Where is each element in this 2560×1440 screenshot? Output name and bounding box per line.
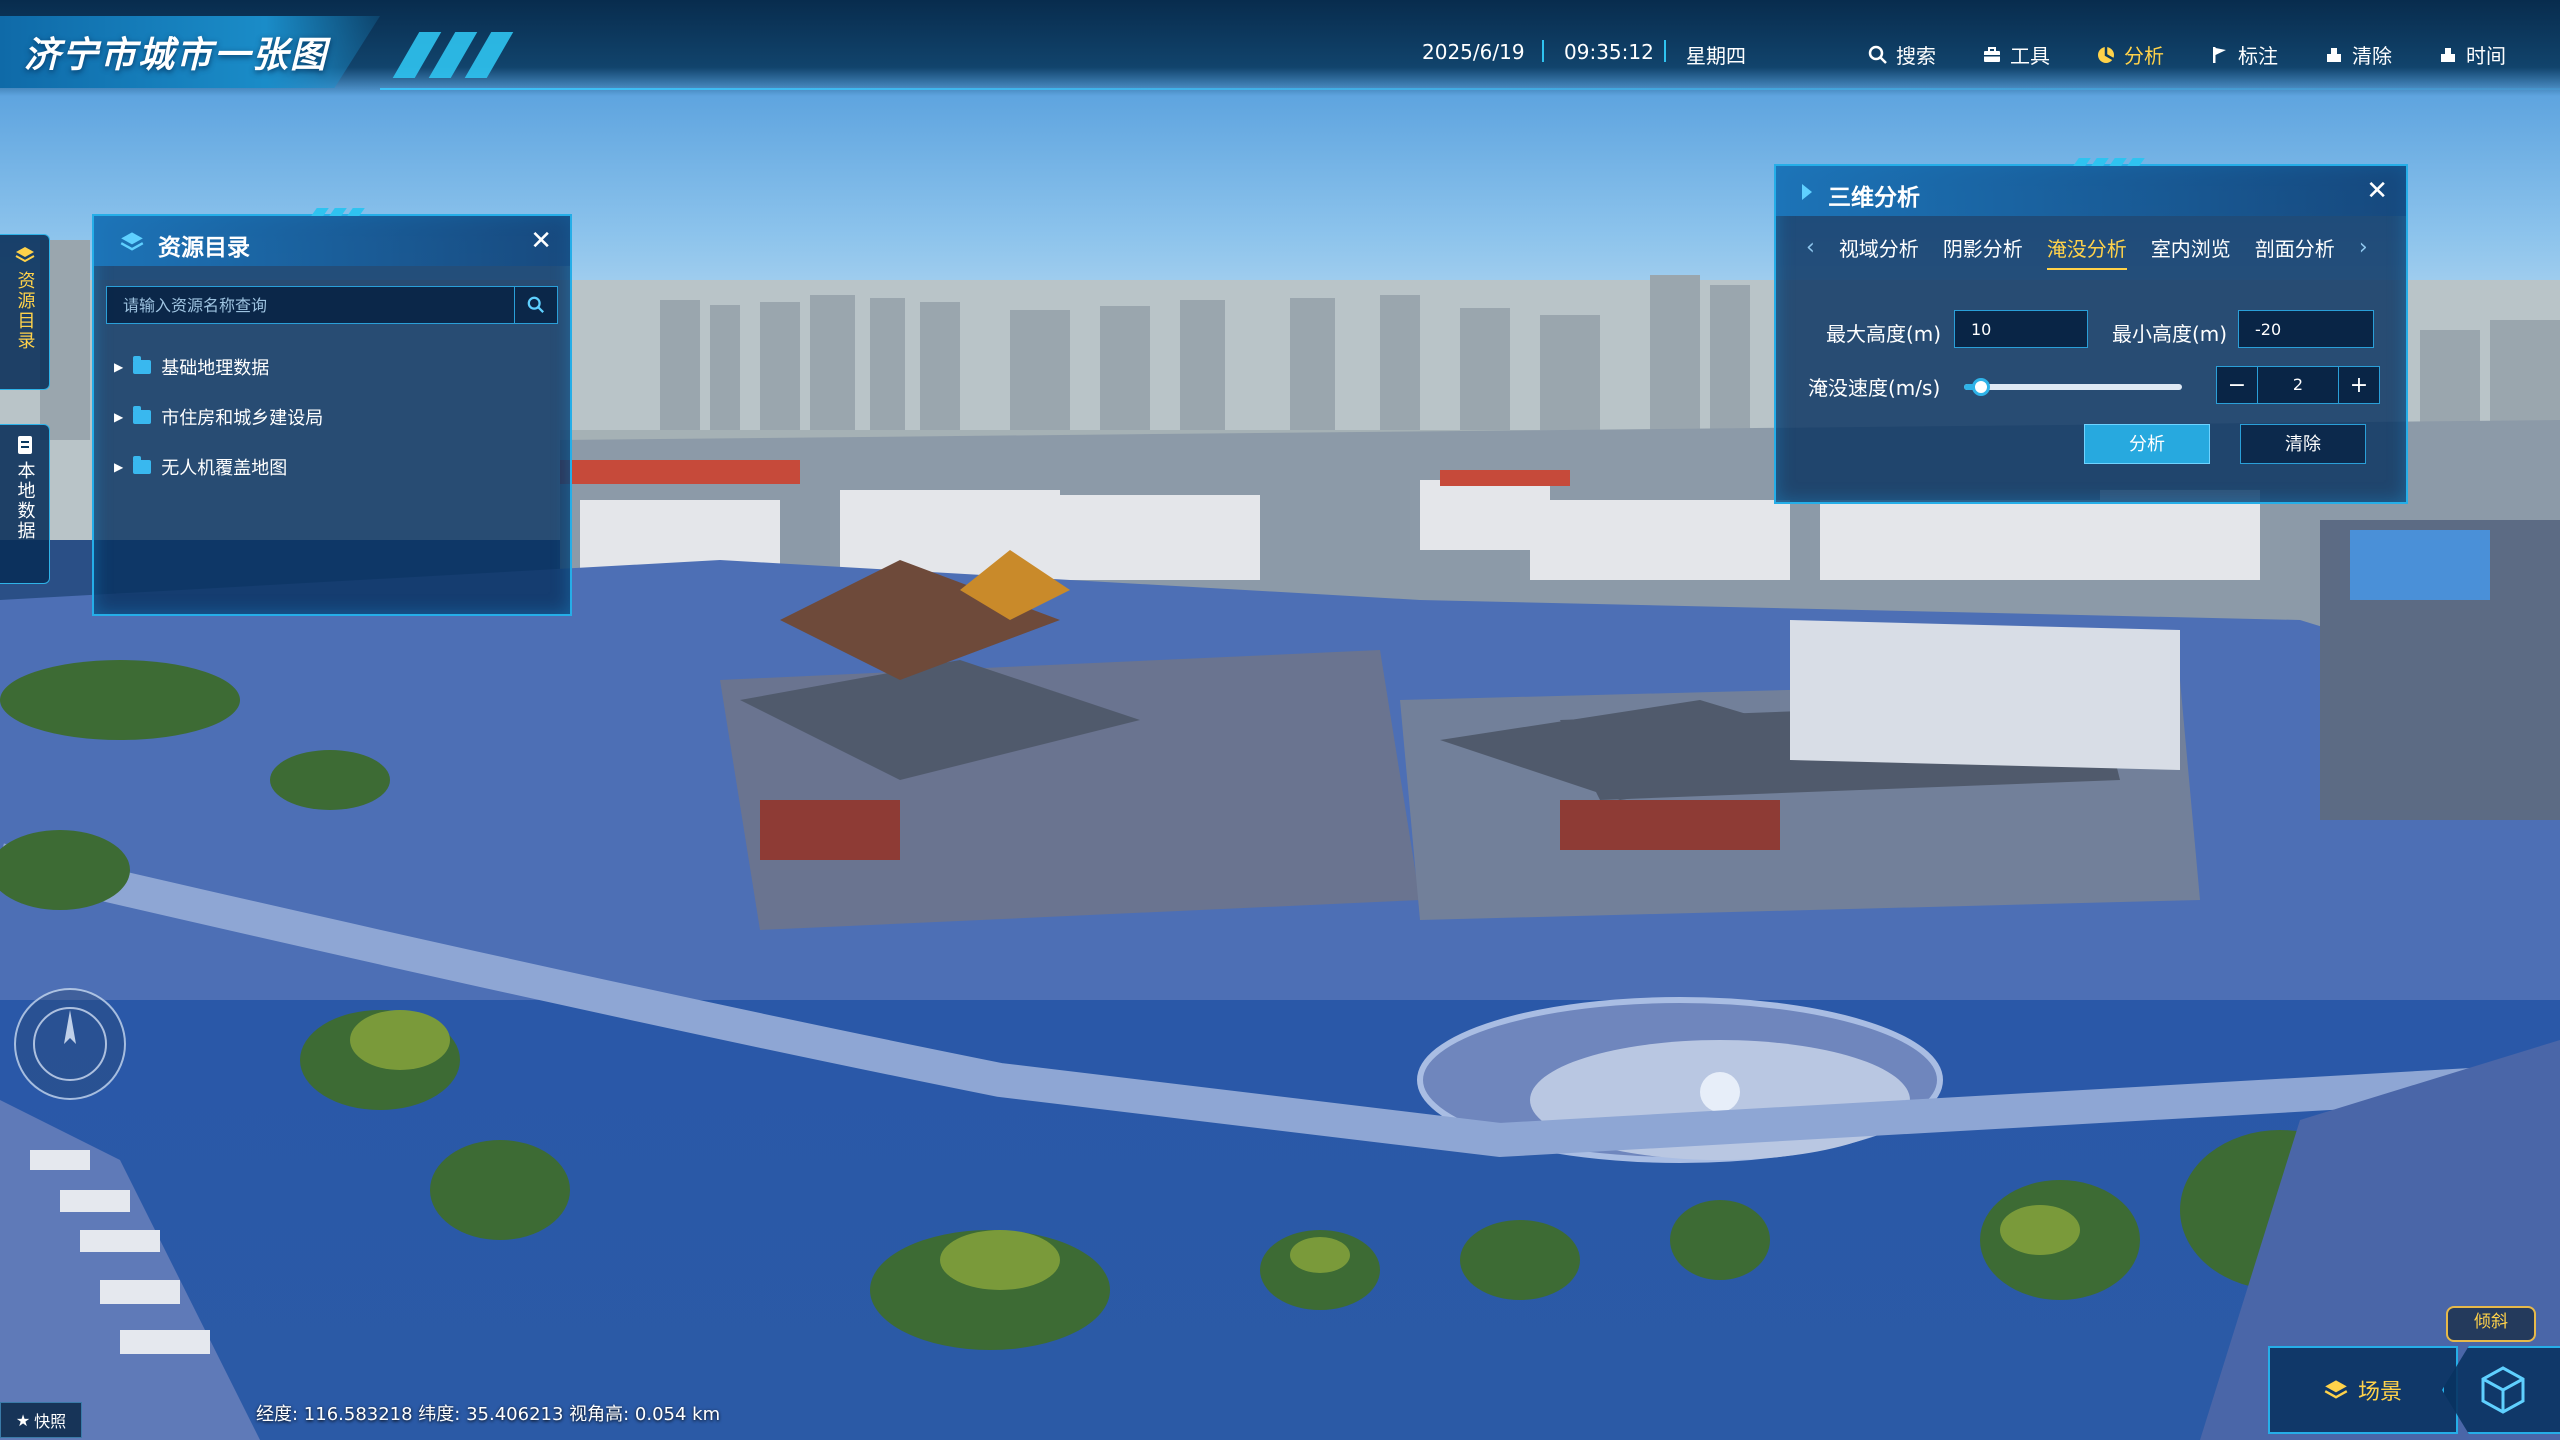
cube-icon [2481,1366,2525,1414]
scene-label: 场景 [2357,1380,2402,1405]
search-icon [527,296,544,313]
play-marker-icon [1802,184,1812,200]
folder-icon [133,356,152,374]
nav-analysis[interactable]: 分析 [2096,40,2164,69]
increment-button[interactable]: + [2339,367,2379,403]
topbar-divider [380,88,2560,90]
time-text: 09:35:12 [1564,40,1654,64]
tab-flood[interactable]: 淹没分析 [2046,233,2127,270]
nav-tools[interactable]: 工具 [1982,40,2050,69]
nav-annotate[interactable]: 标注 [2210,40,2278,69]
slider-handle[interactable] [1972,378,1991,396]
title-decoration-stripes [386,32,526,78]
layers-icon [120,232,144,251]
flood-speed-value[interactable]: 2 [2257,367,2339,403]
nav-annotate-label: 标注 [2238,44,2278,68]
sidebar-tab-local-data[interactable]: 本地数据 [0,424,50,584]
close-icon[interactable]: ✕ [2366,178,2388,204]
tree-item-label: 无人机覆盖地图 [161,458,288,479]
clock-icon [2441,47,2455,62]
file-icon [17,436,32,454]
tab-viewshed[interactable]: 视域分析 [1839,233,1919,262]
tab-shadow[interactable]: 阴影分析 [1943,233,2023,262]
compass-icon [33,1007,107,1081]
decrement-button[interactable]: − [2217,367,2257,403]
tree-item-label: 市住房和城乡建设局 [161,408,324,429]
nav-search-label: 搜索 [1896,44,1936,68]
app-title: 济宁市城市一张图 [24,35,329,76]
folder-icon [133,456,152,474]
chevron-right-icon[interactable]: › [2359,235,2368,260]
min-height-label: 最小高度(m) [2112,322,2228,346]
clear-button[interactable]: 清除 [2240,424,2366,464]
analysis-panel: 三维分析 ✕ ‹ 视域分析 阴影分析 淹没分析 室内浏览 剖面分析 › 最大高度… [1774,158,2408,504]
layers-icon [15,247,34,263]
min-height-field[interactable]: -20 [2238,310,2374,348]
max-height-label: 最大高度(m) [1826,322,1942,346]
nav-analysis-label: 分析 [2124,44,2164,68]
sidebar-tab-resource-catalog[interactable]: 资源目录 [0,234,50,390]
caret-right-icon[interactable]: ▶ [114,360,123,374]
separator [1664,40,1666,62]
analyze-button[interactable]: 分析 [2084,424,2210,464]
resource-catalog-panel: 资源目录 ✕ ▶ 基础地理数据 ▶ 市住房和城乡建设局 ▶ 无人机覆盖地图 [92,208,572,616]
tree-item-basic-geodata[interactable]: ▶ 基础地理数据 [114,354,269,380]
nav-time[interactable]: 时间 [2438,40,2506,69]
nav-search[interactable]: 搜索 [1868,40,1936,69]
tab-profile[interactable]: 剖面分析 [2255,233,2335,262]
flood-speed-stepper: − 2 + [2216,366,2380,404]
top-bar: 济宁市城市一张图 2025/6/19 09:35:12 星期四 搜索 工具 分析… [0,0,2560,96]
separator [1542,40,1544,62]
close-icon[interactable]: ✕ [530,228,552,254]
weekday-text: 星期四 [1686,44,1746,68]
panel-title: 资源目录 [158,235,250,261]
analysis-tabs: ‹ 视域分析 阴影分析 淹没分析 室内浏览 剖面分析 › [1776,224,2406,270]
scene-button[interactable]: 场景 [2268,1346,2458,1434]
toolbox-icon [1984,46,2000,62]
navigation-compass[interactable] [14,988,126,1100]
sidebar-tab-label: 资源目录 [14,271,36,351]
search-button[interactable] [514,287,557,323]
tilt-toggle[interactable]: 倾斜 [2446,1306,2536,1342]
resource-search-input[interactable] [107,287,507,323]
caret-right-icon[interactable]: ▶ [114,410,123,424]
tab-indoor[interactable]: 室内浏览 [2151,233,2231,262]
caret-right-icon[interactable]: ▶ [114,460,123,474]
flag-icon [2213,46,2226,63]
snapshot-label: 快照 [34,1412,67,1431]
nav-clear-label: 清除 [2352,44,2392,68]
flood-speed-slider[interactable] [1964,378,2182,396]
tree-item-drone-map[interactable]: ▶ 无人机覆盖地图 [114,454,287,480]
analysis-icon [2098,46,2114,63]
layers-icon [2324,1380,2348,1399]
nav-tools-label: 工具 [2010,44,2050,68]
nav-clear[interactable]: 清除 [2324,40,2392,69]
search-icon [1868,45,1887,64]
nav-time-label: 时间 [2466,44,2506,68]
eraser-icon [2327,47,2341,62]
tree-item-housing-bureau[interactable]: ▶ 市住房和城乡建设局 [114,404,323,430]
folder-icon [133,406,152,424]
date-text: 2025/6/19 [1422,40,1525,64]
max-height-field[interactable]: 10 [1954,310,2088,348]
panel-title: 三维分析 [1828,185,1920,211]
snapshot-button[interactable]: ★ 快照 [0,1402,82,1438]
tree-item-label: 基础地理数据 [161,358,270,379]
resource-search [106,286,558,324]
star-icon: ★ [15,1410,31,1430]
sidebar-tab-label: 本地数据 [14,461,36,541]
chevron-left-icon[interactable]: ‹ [1806,235,1815,260]
flood-speed-label: 淹没速度(m/s) [1808,376,1941,400]
coordinate-status: 经度: 116.583218 纬度: 35.406213 视角高: 0.054 … [256,1404,721,1425]
